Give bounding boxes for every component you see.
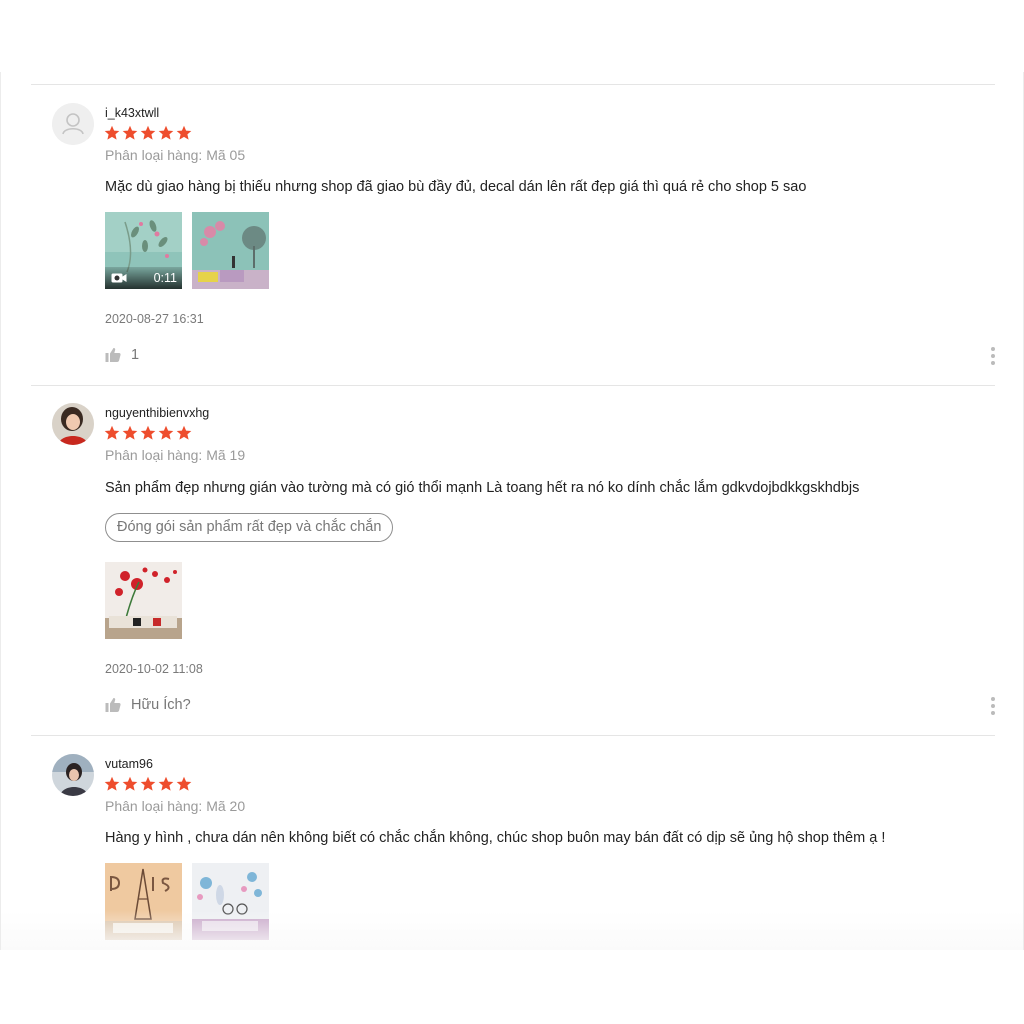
star-icon <box>104 776 120 791</box>
review-comment: Hàng y hình , chưa dán nên không biết có… <box>105 830 886 846</box>
helpful-label: Hữu Ích? <box>131 697 191 713</box>
star-icon <box>176 425 192 440</box>
star-icon <box>104 125 120 140</box>
review-comment: Mặc dù giao hàng bị thiếu nhưng shop đã … <box>105 179 807 195</box>
avatar[interactable] <box>52 403 94 445</box>
avatar[interactable] <box>52 103 94 145</box>
video-duration: 0:11 <box>153 271 177 285</box>
avatar[interactable] <box>52 754 94 796</box>
review-comment: Sản phẩm đẹp nhưng gián vào tường mà có … <box>105 480 860 496</box>
username[interactable]: nguyenthibienvxhg <box>105 406 209 420</box>
star-icon <box>176 776 192 791</box>
star-rating <box>104 776 192 792</box>
paris-wall-decal-photo <box>105 863 182 940</box>
star-icon <box>122 125 138 140</box>
review-date: 2020-08-27 16:31 <box>105 312 204 326</box>
thumbs-up-icon <box>105 698 121 712</box>
username[interactable]: vutam96 <box>105 757 153 771</box>
star-icon <box>104 425 120 440</box>
star-icon <box>158 425 174 440</box>
star-icon <box>158 776 174 791</box>
reviews-panel: i_k43xtwll Phân loại hàng: Mã 05 Mặc dù … <box>0 72 1024 950</box>
review-tag: Đóng gói sản phẩm rất đẹp và chắc chắn <box>105 513 394 542</box>
video-camera-icon <box>111 273 127 283</box>
helpful-count: 1 <box>131 347 140 363</box>
bicycle-wall-decal-photo <box>192 863 269 940</box>
divider <box>31 385 995 386</box>
variant-label: Phân loại hàng: Mã 20 <box>105 798 246 814</box>
review-video-thumbnail[interactable]: 0:11 <box>105 212 182 289</box>
thumbs-up-icon <box>105 348 121 362</box>
username[interactable]: i_k43xtwll <box>105 106 159 120</box>
user-photo <box>52 403 94 445</box>
star-icon <box>140 125 156 140</box>
star-icon <box>176 125 192 140</box>
star-rating <box>104 125 192 141</box>
star-icon <box>122 425 138 440</box>
star-icon <box>140 776 156 791</box>
variant-label: Phân loại hàng: Mã 05 <box>105 147 246 163</box>
more-options-icon[interactable] <box>987 346 999 366</box>
divider <box>31 84 995 85</box>
review-image-thumbnail[interactable] <box>192 212 269 289</box>
star-icon <box>158 125 174 140</box>
wall-decal-photo <box>192 212 269 289</box>
helpful-button[interactable]: Hữu Ích? <box>105 697 191 713</box>
star-icon <box>122 776 138 791</box>
star-rating <box>104 425 192 441</box>
more-options-icon[interactable] <box>987 696 999 716</box>
helpful-button[interactable]: 1 <box>105 347 139 363</box>
review-image-thumbnail[interactable] <box>192 863 269 940</box>
divider <box>31 735 995 736</box>
review-image-thumbnail[interactable] <box>105 863 182 940</box>
variant-label: Phân loại hàng: Mã 19 <box>105 447 246 463</box>
review-image-thumbnail[interactable] <box>105 562 182 639</box>
wall-decal-photo <box>105 562 182 639</box>
video-overlay: 0:11 <box>105 267 182 289</box>
star-icon <box>140 425 156 440</box>
user-photo <box>52 754 94 796</box>
review-date: 2020-10-02 11:08 <box>105 662 203 676</box>
default-user-icon <box>52 103 94 145</box>
